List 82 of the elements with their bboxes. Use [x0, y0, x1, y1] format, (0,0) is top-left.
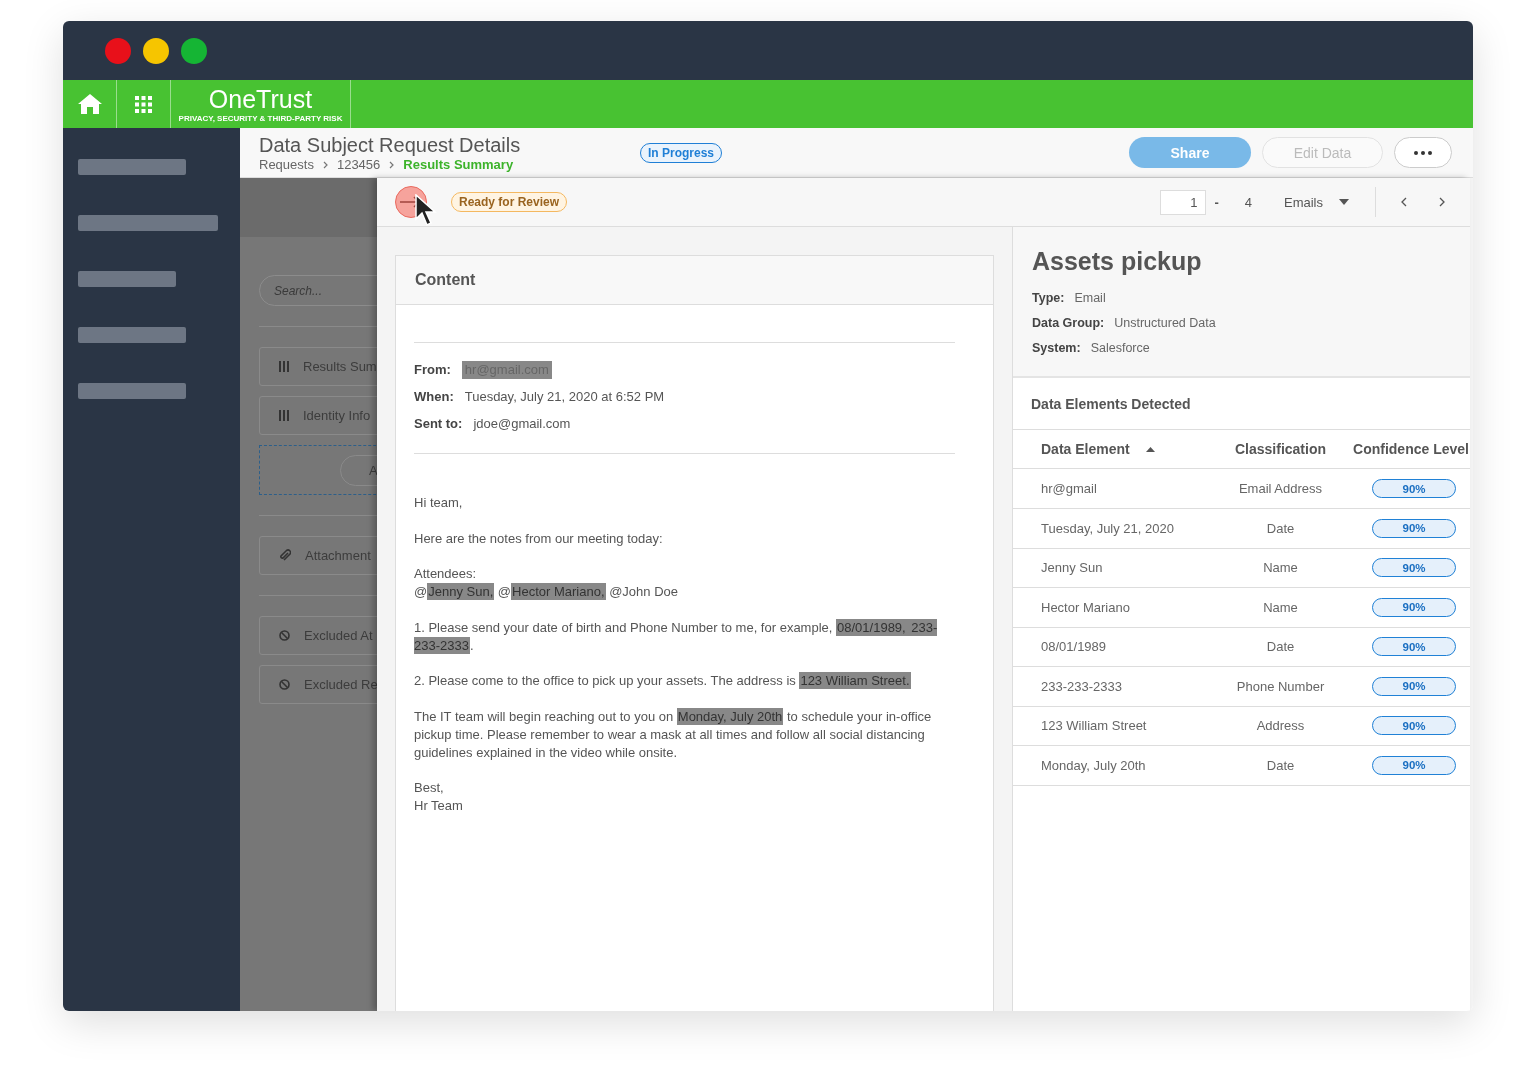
- more-icon: [1414, 150, 1432, 155]
- email-paragraph: 2. Please come to the office to pick up your assets. The address is 123 William Street.: [414, 672, 912, 690]
- prohibited-icon: [279, 630, 290, 641]
- email-paragraph: Best, Hr Team: [414, 779, 464, 815]
- breadcrumb[interactable]: Requests: [259, 157, 314, 172]
- breadcrumb[interactable]: Results Summary: [403, 157, 514, 172]
- column-header[interactable]: Classification: [1209, 441, 1352, 457]
- window-control[interactable]: [143, 37, 169, 64]
- email-paragraph: 1. Please send your date of birth and Phone Number to me, for example, 08/01/1989, 233-233-2333.: [414, 618, 939, 655]
- chevron-right-icon: [322, 160, 328, 169]
- table-cell-text: Email Address: [1237, 481, 1324, 496]
- table-cell-text: Date: [1265, 520, 1296, 536]
- table-cell-text: 08/01/1989: [1041, 639, 1108, 655]
- type-dropdown[interactable]: Emails: [1284, 194, 1349, 210]
- chevron-left-icon: [1401, 197, 1407, 207]
- sort-up-icon: [1145, 446, 1155, 452]
- field-value: Tuesday, July 21, 2020 at 6:52 PM: [464, 388, 665, 406]
- table-cell-text: Tuesday, July 21, 2020: [1041, 520, 1175, 536]
- property-label: Data Group:: [1032, 316, 1105, 330]
- breadcrumb[interactable]: 123456: [336, 157, 381, 172]
- property-label: Type:: [1032, 291, 1065, 305]
- search-field[interactable]: Search...: [259, 275, 377, 306]
- confidence-badge: 90%: [1372, 558, 1456, 578]
- email-paragraph: Here are the notes from our meeting today:: [414, 529, 664, 548]
- table-cell-text: Name: [1262, 560, 1299, 576]
- field-label: From:: [414, 361, 451, 379]
- table-cell-text: hr@gmail: [1041, 481, 1098, 496]
- chevron-right-icon: [1439, 197, 1445, 207]
- table-cell-text: Date: [1265, 639, 1296, 655]
- item-label: Identity Info: [303, 408, 371, 423]
- grip-icon: [279, 410, 289, 421]
- chevron-right-icon: [389, 160, 395, 169]
- field-value: jdoe@gmail.com: [473, 415, 571, 433]
- card-title: Content: [415, 271, 476, 289]
- item-label: Excluded At: [304, 628, 373, 643]
- table-cell-text: 233-233-2333: [1041, 678, 1123, 694]
- prohibited-icon: [279, 679, 290, 690]
- confidence-badge: 90%: [1372, 518, 1456, 538]
- property-label: System:: [1032, 341, 1081, 355]
- home-icon: [76, 93, 103, 115]
- table-cell-text: Name: [1262, 599, 1299, 615]
- page-title: Data Subject Request Details: [259, 133, 522, 157]
- column-header[interactable]: Confidence Level: [1352, 441, 1470, 457]
- property-value: Email: [1074, 291, 1106, 305]
- status-badge: In Progress: [640, 142, 723, 163]
- item-label: Excluded Re: [304, 677, 377, 692]
- property-value: Unstructured Data: [1114, 316, 1216, 330]
- range-separator: -: [1214, 194, 1219, 210]
- field-label: Sent to:: [414, 415, 463, 433]
- share-button[interactable]: Share: [1129, 137, 1251, 168]
- caret-down-icon: [1339, 199, 1349, 205]
- grid-icon: [135, 95, 152, 113]
- item-label: Results Sum: [303, 359, 377, 374]
- table-cell-text: Hector Mariano: [1041, 599, 1131, 615]
- more-button[interactable]: [1394, 137, 1452, 168]
- field-label: When:: [414, 388, 454, 406]
- table-cell-text: Date: [1265, 757, 1296, 773]
- confidence-badge: 90%: [1372, 597, 1456, 617]
- confidence-badge: 90%: [1372, 755, 1456, 775]
- column-header[interactable]: Data Element: [1041, 441, 1209, 457]
- page-field[interactable]: 1: [1160, 189, 1207, 215]
- email-paragraph: The IT team will begin reaching out to you on Monday, July 20th to schedule your in-office pickup time. Please remember to wear a mask at all times and follow all social distancing guidelines explained in the video while onsite.: [414, 707, 933, 762]
- email-paragraph: Hi team,: [414, 494, 464, 512]
- section-title: Data Elements Detected: [1031, 395, 1191, 412]
- table-cell-text: Address: [1255, 718, 1306, 734]
- window-control[interactable]: [181, 37, 207, 64]
- confidence-badge: 90%: [1372, 716, 1456, 736]
- grip-icon: [279, 361, 289, 372]
- item-label: Attachment: [305, 548, 371, 563]
- confidence-badge: 90%: [1372, 479, 1456, 498]
- table-cell-text: Phone Number: [1235, 678, 1326, 694]
- table-cell-text: 123 William Street: [1041, 718, 1148, 734]
- table-cell-text: Monday, July 20th: [1041, 757, 1147, 773]
- page-total: 4: [1244, 194, 1252, 210]
- status-badge: Ready for Review: [451, 192, 568, 212]
- details-title: Assets pickup: [1032, 247, 1203, 276]
- confidence-badge: 90%: [1372, 676, 1456, 696]
- table-cell-text: Jenny Sun: [1041, 560, 1104, 576]
- email-paragraph: Attendees: @Jenny Sun, @Hector Mariano, @John Doe: [414, 565, 679, 601]
- property-value: Salesforce: [1090, 341, 1150, 355]
- paperclip-icon: [279, 549, 291, 562]
- confidence-badge: 90%: [1372, 637, 1456, 657]
